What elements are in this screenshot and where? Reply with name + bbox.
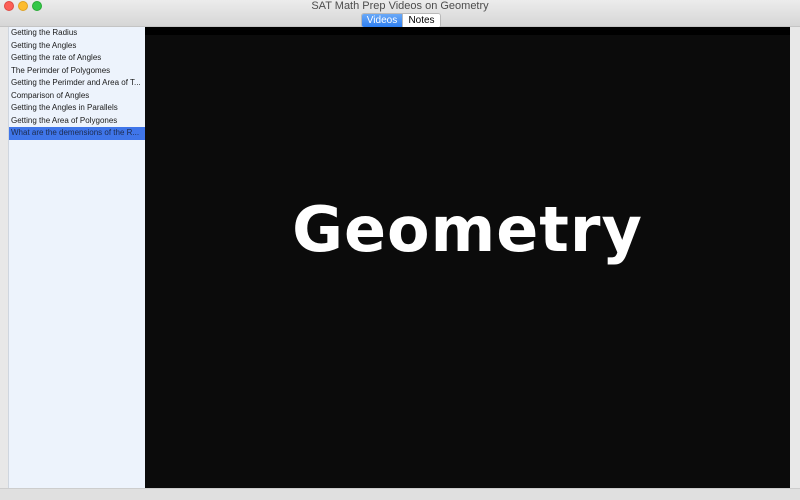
list-item[interactable]: Getting the Angles [9, 40, 145, 53]
tab-videos[interactable]: Videos [362, 14, 402, 27]
list-item[interactable]: Getting the Angles in Parallels [9, 102, 145, 115]
list-item[interactable]: The Perimder of Polygomes [9, 65, 145, 78]
tab-bar: Videos Notes [361, 13, 441, 28]
window-bottom-bar [0, 488, 800, 500]
app-window: SAT Math Prep Videos on Geometry Videos … [0, 0, 800, 500]
window-title: SAT Math Prep Videos on Geometry [311, 0, 489, 12]
list-item-selected[interactable]: What are the demensions of the R... [9, 127, 145, 140]
video-frame-title: Geometry [292, 193, 643, 266]
video-list-sidebar: Getting the Radius Getting the Angles Ge… [8, 27, 145, 488]
title-bar: SAT Math Prep Videos on Geometry Videos … [0, 0, 800, 28]
list-item[interactable]: Getting the Perimder and Area of T... [9, 77, 145, 90]
list-item[interactable]: Getting the Area of Polygones [9, 115, 145, 128]
list-item[interactable]: Getting the rate of Angles [9, 52, 145, 65]
list-item[interactable]: Getting the Radius [9, 27, 145, 40]
list-item[interactable]: Comparison of Angles [9, 90, 145, 103]
video-player[interactable]: Geometry [145, 27, 790, 488]
video-top-strip [145, 27, 790, 35]
tab-notes[interactable]: Notes [402, 14, 440, 27]
